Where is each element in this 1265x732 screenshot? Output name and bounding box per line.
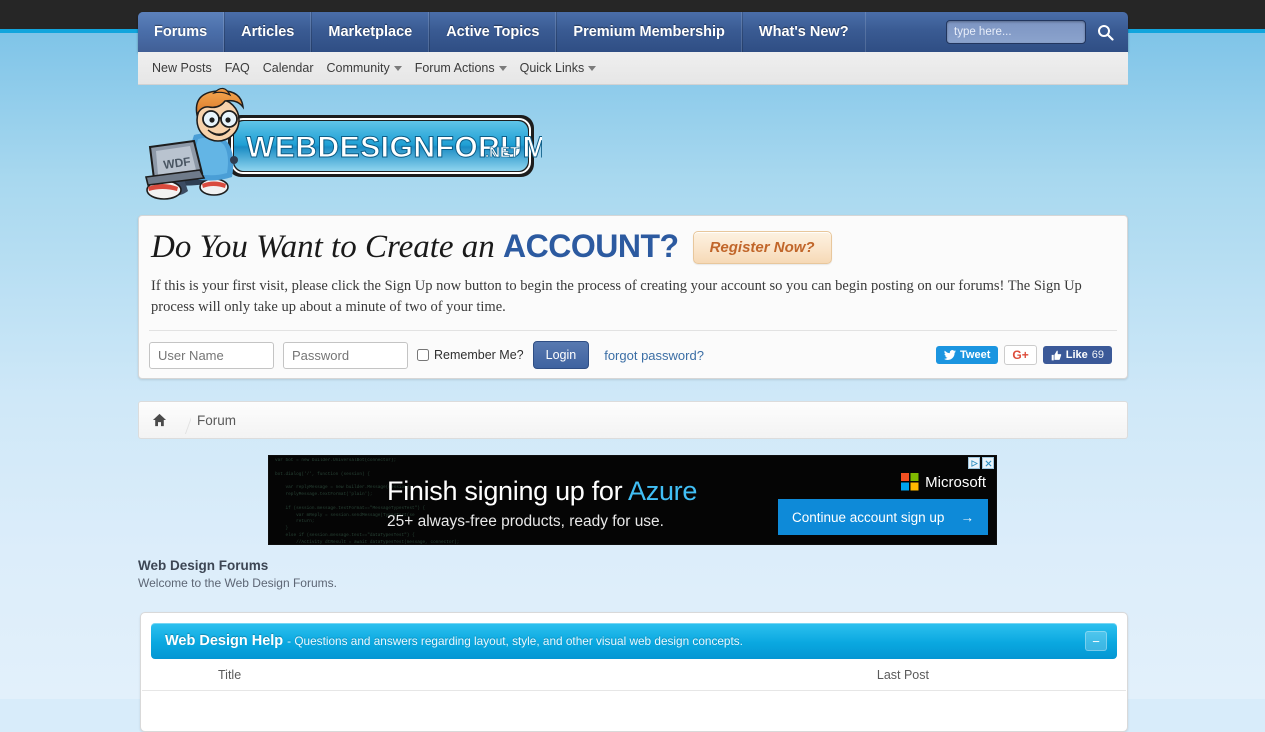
ad-headline-prefix: Finish signing up for [387, 476, 629, 506]
secondary-navigation: New Posts FAQ Calendar Community Forum A… [138, 52, 1128, 85]
category-title: Web Design Help [165, 633, 284, 649]
chevron-down-icon [498, 65, 507, 71]
ad-subtext: 25+ always-free products, ready for use. [387, 513, 664, 530]
forums-title: Web Design Forums [138, 558, 269, 573]
nav-tab-label: What's New? [758, 24, 849, 40]
home-icon[interactable] [152, 413, 167, 427]
search-icon [1097, 24, 1114, 41]
like-count: 69 [1091, 349, 1104, 362]
logo-illustration: WEBDESIGNFORUMS .NET WDF [145, 87, 569, 200]
advertisement-banner[interactable]: var bot = new builder.UniversalBot(conne… [268, 455, 997, 545]
nav-tab-marketplace[interactable]: Marketplace [311, 12, 430, 52]
remember-me-label[interactable]: Remember Me? [417, 348, 524, 362]
subnav-item-forum-actions[interactable]: Forum Actions [415, 61, 507, 75]
page-container: Forums Articles Marketplace Active Topic… [138, 0, 1128, 732]
login-form: Remember Me? Login forgot password? Twee… [139, 331, 1127, 370]
close-icon[interactable] [982, 457, 994, 469]
ad-headline-brand: Azure [628, 476, 698, 506]
twitter-icon [944, 350, 957, 360]
svg-text:.NET: .NET [485, 144, 519, 161]
password-input[interactable] [283, 341, 408, 369]
subnav-item-community[interactable]: Community [327, 61, 402, 75]
column-header-last-post: Last Post [876, 667, 929, 682]
nav-tab-premium-membership[interactable]: Premium Membership [556, 12, 742, 52]
facebook-like-button[interactable]: Like 69 [1042, 346, 1112, 365]
tweet-label: Tweet [960, 349, 991, 362]
subnav-label: Calendar [262, 61, 314, 75]
search-input[interactable] [946, 20, 1086, 44]
page-title: Do You Want to Create an ACCOUNT? [151, 228, 679, 266]
register-now-button[interactable]: Register Now? [692, 230, 832, 264]
forum-table-header-row: Title Last Post [142, 659, 1126, 691]
subnav-label: Quick Links [519, 61, 585, 75]
nav-tab-label: Articles [241, 24, 295, 40]
thumbs-up-icon [1051, 350, 1061, 360]
ad-cta-button[interactable]: Continue account sign up → [778, 499, 988, 535]
account-description: If this is your first visit, please clic… [151, 278, 1082, 316]
ad-headline: Finish signing up for Azure [387, 476, 697, 507]
nav-search-area [946, 19, 1120, 45]
forums-heading-block: Web Design Forums Welcome to the Web Des… [138, 558, 1128, 590]
chevron-down-icon [588, 65, 597, 71]
subnav-item-calendar[interactable]: Calendar [263, 61, 314, 75]
breadcrumb-separator [177, 401, 191, 439]
remember-me-checkbox[interactable] [417, 349, 429, 362]
site-logo[interactable]: WEBDESIGNFORUMS .NET WDF [142, 87, 569, 207]
gplus-label: G+ [1012, 348, 1029, 363]
like-label: Like [1065, 349, 1088, 362]
nav-tab-whats-new[interactable]: What's New? [741, 12, 866, 52]
nav-tab-label: Premium Membership [573, 24, 725, 40]
microsoft-label: Microsoft [925, 473, 986, 491]
nav-tab-forums[interactable]: Forums [138, 12, 225, 52]
social-share-buttons: Tweet G+ Like 69 [936, 345, 1115, 366]
forum-category-panel: Web Design Help - Questions and answers … [140, 612, 1128, 732]
account-header: Do You Want to Create an ACCOUNT? Regist… [139, 216, 1127, 266]
column-header-title: Title [218, 667, 242, 682]
twitter-tweet-button[interactable]: Tweet [936, 346, 999, 365]
arrow-right-icon: → [960, 509, 975, 525]
forgot-password-link[interactable]: forgot password? [604, 348, 704, 363]
account-title-strong: ACCOUNT? [503, 228, 679, 264]
collapse-toggle-button[interactable]: − [1085, 631, 1107, 651]
category-header-web-design-help[interactable]: Web Design Help - Questions and answers … [151, 623, 1117, 659]
breadcrumb: Forum [138, 401, 1128, 439]
subnav-label: Forum Actions [414, 61, 495, 75]
ad-cta-label: Continue account sign up [792, 509, 945, 525]
adchoices-icon[interactable] [968, 457, 980, 469]
nav-tab-active-topics[interactable]: Active Topics [429, 12, 557, 52]
subnav-label: Community [326, 61, 390, 75]
nav-tab-label: Marketplace [328, 24, 413, 40]
subnav-item-quick-links[interactable]: Quick Links [520, 61, 597, 75]
username-input[interactable] [149, 341, 274, 369]
microsoft-branding: Microsoft [901, 473, 986, 491]
search-button[interactable] [1090, 19, 1120, 45]
main-navigation: Forums Articles Marketplace Active Topic… [138, 12, 1128, 52]
category-description: - Questions and answers regarding layout… [287, 634, 743, 648]
subnav-item-faq[interactable]: FAQ [225, 61, 250, 75]
site-logo-area: WEBDESIGNFORUMS .NET WDF [138, 85, 1128, 210]
subnav-label: New Posts [152, 61, 212, 75]
microsoft-logo-icon [901, 473, 919, 491]
google-plus-button[interactable]: G+ [1004, 345, 1037, 366]
account-title-italic: Do You Want to Create an [151, 229, 504, 265]
ad-controls [968, 457, 994, 469]
nav-tab-articles[interactable]: Articles [224, 12, 312, 52]
account-signup-panel: Do You Want to Create an ACCOUNT? Regist… [138, 215, 1128, 379]
nav-tab-label: Active Topics [446, 24, 540, 40]
login-button[interactable]: Login [532, 341, 590, 370]
forums-subtitle: Welcome to the Web Design Forums. [138, 576, 337, 590]
remember-me-text: Remember Me? [434, 348, 524, 363]
subnav-label: FAQ [224, 61, 250, 75]
subnav-item-new-posts[interactable]: New Posts [152, 61, 212, 75]
nav-tab-label: Forums [154, 24, 208, 40]
chevron-down-icon [393, 65, 402, 71]
breadcrumb-item-forum[interactable]: Forum [197, 413, 236, 428]
